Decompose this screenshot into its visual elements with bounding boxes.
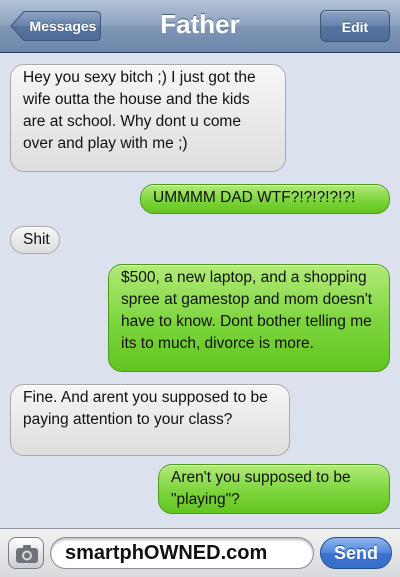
message-text: Shit: [23, 231, 50, 248]
edit-button[interactable]: Edit: [320, 10, 390, 42]
message-bubble-incoming: Fine. And arent you supposed to be payin…: [10, 384, 290, 456]
message-composer: smartphOWNED.com Send: [0, 528, 400, 577]
message-bubble-outgoing: UMMMM DAD WTF?!?!?!?!?!: [140, 184, 390, 214]
message-text: $500, a new laptop, and a shopping spree…: [121, 269, 373, 352]
message-text: UMMMM DAD WTF?!?!?!?!?!: [153, 189, 356, 206]
message-bubble-incoming: Shit: [10, 226, 60, 254]
message-bubble-outgoing: Aren't you supposed to be "playing"?: [158, 464, 390, 514]
message-text: Aren't you supposed to be "playing"?: [171, 469, 351, 508]
message-text: Hey you sexy bitch ;) I just got the wif…: [23, 69, 256, 152]
camera-button[interactable]: [8, 537, 44, 569]
navigation-bar: Messages Father Edit: [0, 0, 400, 53]
camera-icon: [16, 545, 38, 563]
message-bubble-outgoing: $500, a new laptop, and a shopping spree…: [108, 264, 390, 372]
message-input[interactable]: smartphOWNED.com: [50, 537, 314, 569]
send-button[interactable]: Send: [320, 537, 392, 569]
message-text: Fine. And arent you supposed to be payin…: [23, 389, 268, 428]
message-bubble-incoming: Hey you sexy bitch ;) I just got the wif…: [10, 64, 286, 172]
